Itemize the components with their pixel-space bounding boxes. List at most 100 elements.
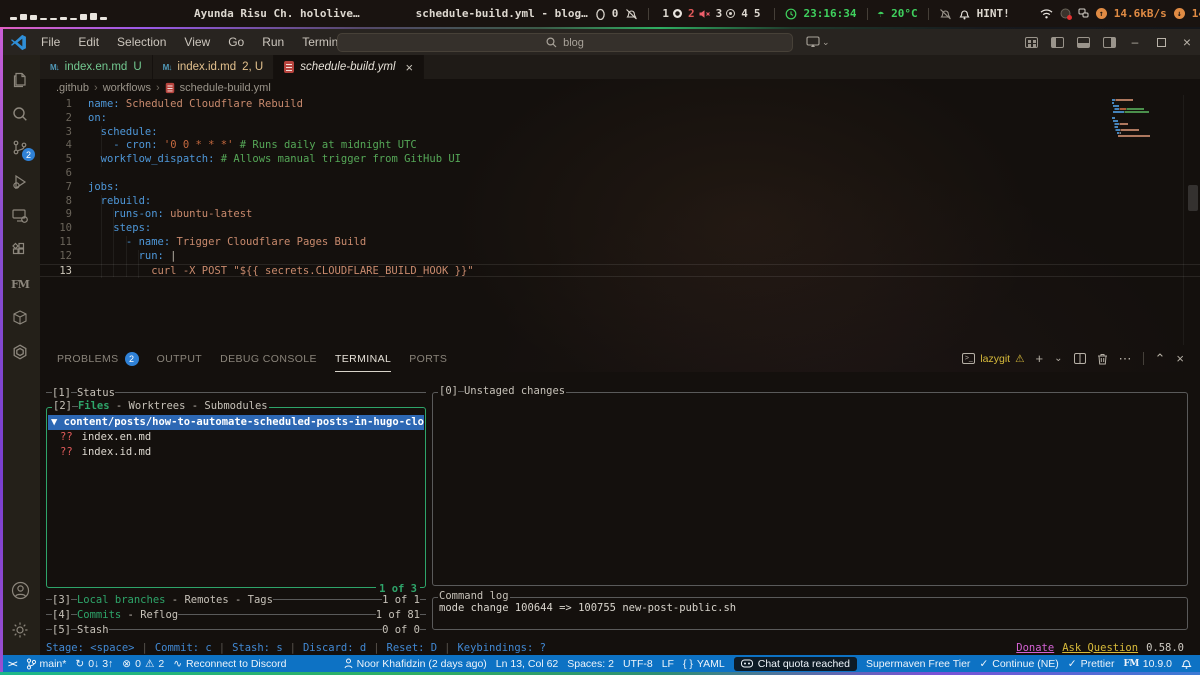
menu-file[interactable]: File <box>33 32 68 52</box>
code-line-4[interactable]: 4 - cron: '0 0 * * *' # Runs daily at mi… <box>40 139 1200 153</box>
frontmatter-item[interactable]: FM 10.9.0 <box>1123 658 1172 670</box>
minimap[interactable] <box>1112 99 1180 138</box>
explorer-icon[interactable] <box>0 63 40 97</box>
kill-terminal-icon[interactable] <box>1097 353 1108 365</box>
menu-view[interactable]: View <box>176 32 218 52</box>
panel-tab-problems[interactable]: PROBLEMS2 <box>57 346 139 372</box>
toggle-panel-icon[interactable] <box>1070 29 1096 55</box>
container-icon[interactable] <box>0 301 40 335</box>
lazygit-status-panel[interactable]: [1]Status <box>46 385 426 400</box>
panel-tab-debug-console[interactable]: DEBUG CONSOLE <box>220 346 317 372</box>
cursor-position[interactable]: Ln 13, Col 62 <box>496 658 558 670</box>
code-editor[interactable]: 1name: Scheduled Cloudflare Rebuild2on:3… <box>40 95 1200 345</box>
problems-item[interactable]: ⊗ 0 ⚠ 2 <box>122 658 164 670</box>
language-mode[interactable]: { } YAML <box>683 658 725 670</box>
frontmatter-icon[interactable]: FM <box>0 267 40 301</box>
maximize-panel-icon[interactable]: ⌃ <box>1155 352 1166 365</box>
lazygit-branches-panel[interactable]: [3]Local branches - Remotes - Tags1 of 1 <box>46 592 426 607</box>
remote-indicator[interactable]: >< <box>8 659 17 669</box>
account-icon[interactable] <box>0 573 40 607</box>
eol[interactable]: LF <box>662 658 674 670</box>
code-line-5[interactable]: 5 workflow_dispatch: # Allows manual tri… <box>40 153 1200 167</box>
supermaven-item[interactable]: Supermaven Free Tier <box>866 658 970 670</box>
encoding[interactable]: UTF-8 <box>623 658 653 670</box>
git-branch-item[interactable]: main* <box>26 658 67 670</box>
lazygit-stash-panel[interactable]: [5]Stash0 of 0 <box>46 622 426 637</box>
minimize-icon[interactable]: – <box>1122 29 1148 55</box>
copilot-chat-status[interactable]: Chat quota reached <box>734 657 857 671</box>
screencast-control[interactable]: ⌄ <box>806 36 830 48</box>
selected-file-row[interactable]: ▼ content/posts/how-to-automate-schedule… <box>48 415 424 430</box>
close-icon[interactable]: × <box>1174 29 1200 55</box>
indentation[interactable]: Spaces: 2 <box>567 658 614 670</box>
breadcrumb-item[interactable]: schedule-build.yml <box>180 82 271 94</box>
notifications-bell-icon[interactable] <box>1181 658 1192 669</box>
command-center[interactable]: blog <box>337 33 793 52</box>
remote-explorer-icon[interactable] <box>0 199 40 233</box>
workspace-1[interactable]: 1 <box>662 7 682 20</box>
extensions-icon[interactable] <box>0 233 40 267</box>
code-line-9[interactable]: 9 runs-on: ubuntu-latest <box>40 208 1200 222</box>
split-terminal-icon[interactable] <box>1074 353 1086 364</box>
mic-status-icon[interactable] <box>1060 8 1071 19</box>
code-line-10[interactable]: 10 steps: <box>40 222 1200 236</box>
lazygit-commits-panel[interactable]: [4]Commits - Reflog1 of 81 <box>46 607 426 622</box>
dnd-bell-slash-icon[interactable] <box>939 8 952 20</box>
menu-selection[interactable]: Selection <box>109 32 174 52</box>
code-line-13[interactable]: 13 curl -X POST "${{ secrets.CLOUDFLARE_… <box>40 264 1200 278</box>
donate-link[interactable]: Donate <box>1016 642 1054 654</box>
source-control-icon[interactable]: 2 <box>0 131 40 165</box>
code-line-12[interactable]: 12 run: | <box>40 250 1200 264</box>
workspace-4[interactable]: 4 <box>741 7 748 20</box>
workspace-3[interactable]: 3 <box>716 7 736 20</box>
close-panel-icon[interactable]: × <box>1176 352 1184 365</box>
new-terminal-icon[interactable]: + <box>1036 352 1044 365</box>
more-actions-icon[interactable]: ⋯ <box>1119 352 1132 365</box>
git-blame-item[interactable]: Noor Khafidzin (2 days ago) <box>344 658 487 670</box>
menu-edit[interactable]: Edit <box>70 32 107 52</box>
lazygit-unstaged-panel[interactable]: [0]Unstaged changes <box>432 392 1188 586</box>
code-line-8[interactable]: 8 rebuild: <box>40 195 1200 209</box>
toggle-secondary-sidebar-icon[interactable] <box>1096 29 1122 55</box>
tab-schedule-build.yml[interactable]: schedule-build.yml× <box>274 55 424 79</box>
customize-layout-icon[interactable] <box>1018 29 1044 55</box>
settings-gear-icon[interactable] <box>0 613 40 647</box>
file-row-index.en.md[interactable]: ??index.en.md <box>47 430 425 445</box>
breadcrumb-item[interactable]: workflows <box>103 82 151 94</box>
code-line-2[interactable]: 2on: <box>40 112 1200 126</box>
discord-item[interactable]: ∿ Reconnect to Discord <box>173 658 286 670</box>
tab-index.en.md[interactable]: M↓index.en.mdU <box>40 55 153 79</box>
notification-count[interactable]: 0 <box>612 7 619 20</box>
ask-question-link[interactable]: Ask Question <box>1062 642 1138 654</box>
menu-go[interactable]: Go <box>220 32 252 52</box>
tab-close-icon[interactable]: × <box>405 60 413 75</box>
wifi-icon[interactable] <box>1040 8 1053 19</box>
media-title[interactable]: Ayunda Risu Ch. hololive… <box>194 7 360 20</box>
terminal-lazygit[interactable]: [1]Status [2]Files - Worktrees - Submodu… <box>40 372 1200 655</box>
code-line-7[interactable]: 7jobs: <box>40 181 1200 195</box>
git-sync-item[interactable]: ↻ 0↓ 3↑ <box>75 658 113 670</box>
code-line-6[interactable]: 6 <box>40 167 1200 181</box>
file-row-index.id.md[interactable]: ??index.id.md <box>47 445 425 460</box>
run-debug-icon[interactable] <box>0 165 40 199</box>
panel-tab-output[interactable]: OUTPUT <box>157 346 203 372</box>
terminal-instance[interactable]: >_ lazygit ⚠ <box>962 353 1024 365</box>
toggle-sidebar-icon[interactable] <box>1044 29 1070 55</box>
terminal-dropdown-icon[interactable]: ⌄ <box>1054 354 1062 364</box>
panel-tab-ports[interactable]: PORTS <box>409 346 447 372</box>
menu-run[interactable]: Run <box>254 32 292 52</box>
code-line-3[interactable]: 3 schedule: <box>40 126 1200 140</box>
hint-label[interactable]: HINT! <box>977 7 1010 20</box>
code-line-1[interactable]: 1name: Scheduled Cloudflare Rebuild <box>40 98 1200 112</box>
restore-icon[interactable] <box>1148 29 1174 55</box>
workspace-2[interactable]: 2 <box>688 7 710 20</box>
search-icon[interactable] <box>0 97 40 131</box>
breadcrumb-item[interactable]: .github <box>56 82 89 94</box>
panel-tab-terminal[interactable]: TERMINAL <box>335 346 391 372</box>
code-line-11[interactable]: 11 - name: Trigger Cloudflare Pages Buil… <box>40 236 1200 250</box>
continue-item[interactable]: ✓ Continue (NE) <box>979 658 1058 670</box>
lazygit-files-panel[interactable]: [2]Files - Worktrees - Submodules ▼ cont… <box>46 407 426 588</box>
bell-slash-icon[interactable] <box>625 8 638 20</box>
hexagon-tool-icon[interactable] <box>0 335 40 369</box>
tab-index.id.md[interactable]: M↓index.id.md2, U <box>153 55 275 79</box>
